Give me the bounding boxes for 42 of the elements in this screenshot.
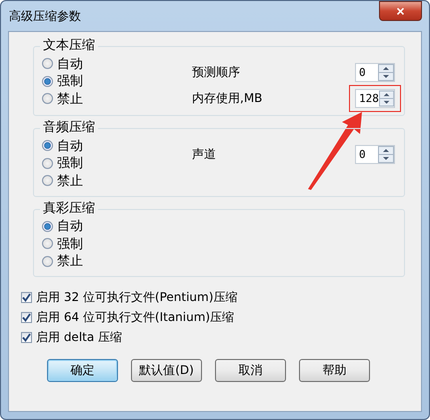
spin-arrows-icon[interactable] xyxy=(378,146,394,162)
radio-button[interactable] xyxy=(42,256,53,267)
dialog-button[interactable]: 取消 xyxy=(215,359,286,382)
checkbox-label: 启用 delta 压缩 xyxy=(36,328,122,346)
field-label: 预测顺序 xyxy=(192,64,240,80)
spin-field[interactable]: 0 xyxy=(355,62,395,82)
group-title: 音频压缩 xyxy=(40,120,98,136)
radio-button[interactable] xyxy=(42,158,53,169)
field-label: 内存使用,MB xyxy=(192,90,262,106)
group-title: 真彩压缩 xyxy=(40,200,98,216)
radio-label: 强制 xyxy=(57,73,83,90)
radio-button[interactable] xyxy=(42,58,53,70)
dialog-button[interactable]: 默认值(D) xyxy=(131,359,202,382)
radio-button[interactable] xyxy=(42,93,53,104)
checkbox-label: 启用 32 位可执行文件(Pentium)压缩 xyxy=(36,288,238,306)
radio-label: 禁止 xyxy=(57,172,83,190)
radio-button[interactable] xyxy=(42,140,53,152)
radio-label: 自动 xyxy=(57,138,83,155)
spin-arrows-icon[interactable] xyxy=(378,90,394,106)
radio-label: 强制 xyxy=(57,236,83,253)
spin-field[interactable]: 0 xyxy=(355,144,395,164)
checkbox[interactable] xyxy=(21,292,32,302)
radio-button[interactable] xyxy=(42,220,53,232)
window-title: 高级压缩参数 xyxy=(8,8,81,24)
spin-field[interactable]: 128 xyxy=(355,88,395,108)
dialog-button[interactable]: 帮助 xyxy=(299,359,370,382)
checkbox[interactable] xyxy=(21,332,32,342)
radio-button[interactable] xyxy=(42,175,53,186)
radio-label: 自动 xyxy=(57,56,83,73)
checkbox-label: 启用 64 位可执行文件(Itanium)压缩 xyxy=(36,308,234,326)
radio-label: 禁止 xyxy=(57,90,83,108)
radio-label: 强制 xyxy=(57,155,83,172)
radio-label: 禁止 xyxy=(57,253,83,270)
radio-label: 自动 xyxy=(57,218,83,236)
close-button[interactable]: × xyxy=(379,1,422,21)
radio-button[interactable] xyxy=(42,76,53,87)
dialog-button[interactable]: 确定 xyxy=(47,359,118,382)
spin-arrows-icon[interactable] xyxy=(378,64,394,80)
field-label: 声道 xyxy=(192,146,216,162)
checkbox[interactable] xyxy=(21,312,32,322)
radio-button[interactable] xyxy=(42,238,53,250)
group-title: 文本压缩 xyxy=(40,38,98,54)
